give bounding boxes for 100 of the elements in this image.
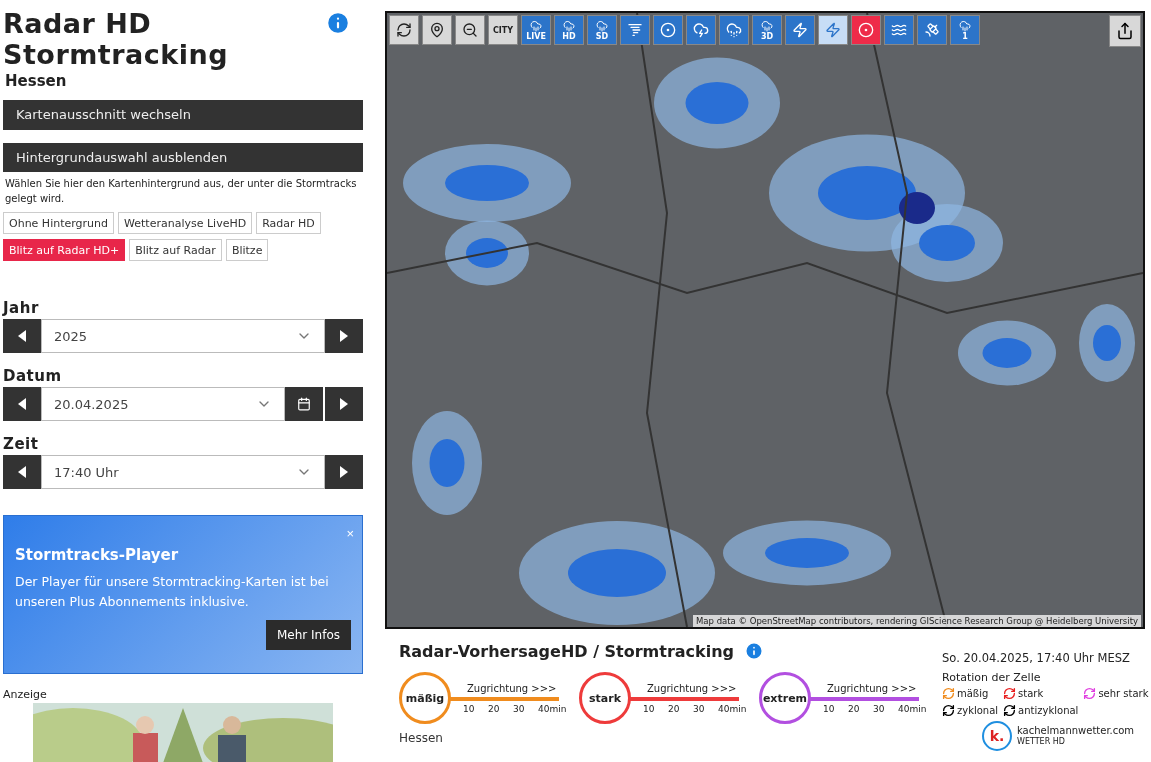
refresh-icon <box>396 22 412 38</box>
previous-button[interactable] <box>3 455 41 490</box>
rain-icon <box>530 19 542 32</box>
tick-label: 30 <box>693 703 706 714</box>
tick-label: 10 <box>463 703 476 714</box>
share-icon <box>1116 22 1134 40</box>
next-button[interactable] <box>325 319 363 354</box>
track-circle: stark <box>579 672 631 724</box>
map-attribution: Map data © OpenStreetMap contributors, rendering GIScience Research Group @ Heidelberg University <box>693 615 1141 627</box>
rotation-item: stark <box>1003 687 1079 700</box>
legend-title: Radar-VorhersageHD / Stormtracking <box>399 641 735 661</box>
share-button[interactable] <box>1109 15 1141 47</box>
section-toggle-button[interactable]: Hintergrundauswahl ausblenden <box>3 142 363 173</box>
rotation-item: sehr stark <box>1083 687 1149 700</box>
waves-icon <box>891 22 907 38</box>
ring-icon <box>660 22 676 38</box>
satellite-icon <box>924 22 940 38</box>
tick-label: 20 <box>668 703 681 714</box>
background-option[interactable]: Ohne Hintergrund <box>3 212 114 235</box>
ad-label: Anzeige <box>3 687 48 701</box>
map-tool-button[interactable]: LIVE <box>521 15 551 45</box>
more-info-button[interactable]: Mehr Infos <box>265 620 351 651</box>
info-icon[interactable] <box>325 10 351 36</box>
field-label: Zeit <box>3 435 40 454</box>
triangle-left-icon <box>18 398 26 411</box>
tick-label: 40min <box>538 703 567 714</box>
rotation-item: zyklonal <box>942 704 999 717</box>
region-title: Hessen <box>5 72 68 90</box>
tick-label: 10 <box>643 703 656 714</box>
rotation-title: Rotation der Zelle <box>942 671 1042 684</box>
background-option[interactable]: Blitz auf Radar <box>129 239 222 262</box>
map-tool-button[interactable] <box>389 15 419 45</box>
logo-name: kachelmannwetter.com <box>1017 725 1135 736</box>
region-label: Hessen <box>399 731 444 745</box>
triangle-right-icon <box>340 466 348 479</box>
map-tool-button[interactable] <box>422 15 452 45</box>
map-tool-button[interactable] <box>620 15 650 45</box>
dropdown-field[interactable]: 17:40 Uhr <box>41 455 325 490</box>
promo-text: Der Player für unsere Stormtracking-Karten ist bei unseren Plus Abonnements inklusive. <box>15 573 330 612</box>
background-hint: Wählen Sie hier den Kartenhintergrund aus, der unter die Stormtracks gelegt wird. <box>5 177 358 207</box>
rain-icon <box>563 19 575 32</box>
tick-label: 20 <box>488 703 501 714</box>
rotation-item: antizyklonal <box>1003 704 1079 717</box>
background-option[interactable]: Blitz auf Radar HD+ <box>3 239 126 262</box>
dropdown-field[interactable]: 20.04.2025 <box>41 387 285 422</box>
field-label: Jahr <box>3 299 40 318</box>
logo-mark: k. <box>982 721 1012 751</box>
tick-label: 10 <box>823 703 836 714</box>
tick-label: 40min <box>718 703 747 714</box>
dropdown-field[interactable]: 2025 <box>41 319 325 354</box>
tick-label: 30 <box>513 703 526 714</box>
previous-button[interactable] <box>3 387 41 422</box>
map-tool-button[interactable] <box>686 15 716 45</box>
direction-label: Zugrichtung >>> <box>645 682 738 694</box>
next-button[interactable] <box>325 387 363 422</box>
map-tool-button[interactable] <box>884 15 914 45</box>
map-pin-icon <box>429 22 445 38</box>
track-circle: mäßig <box>399 672 451 724</box>
map-tool-button[interactable]: 1 <box>950 15 980 45</box>
triangle-right-icon <box>340 330 348 343</box>
rotation-item: mäßig <box>942 687 999 700</box>
field-label: Datum <box>3 367 63 386</box>
lightning-icon <box>825 22 841 38</box>
hail-icon <box>726 22 742 38</box>
triangle-right-icon <box>340 398 348 411</box>
map-tool-button[interactable]: SD <box>587 15 617 45</box>
background-option[interactable]: Wetteranalyse LiveHD <box>118 212 253 235</box>
track-circle: extrem <box>759 672 811 724</box>
rain-icon <box>761 19 773 32</box>
tick-label: 40min <box>898 703 927 714</box>
logo-subtitle: WETTER HD <box>1017 736 1066 747</box>
info-icon[interactable] <box>744 641 765 661</box>
tornado-icon <box>627 22 643 38</box>
background-option[interactable]: Blitze <box>225 239 269 262</box>
map-tool-button[interactable] <box>653 15 683 45</box>
triangle-left-icon <box>18 330 26 343</box>
triangle-left-icon <box>18 466 26 479</box>
previous-button[interactable] <box>3 319 41 354</box>
map-tool-button[interactable]: HD <box>554 15 584 45</box>
symbol-icon <box>858 22 874 38</box>
direction-label: Zugrichtung >>> <box>465 682 558 694</box>
next-button[interactable] <box>325 455 363 490</box>
background-option[interactable]: Radar HD <box>256 212 321 235</box>
map-tool-button[interactable]: 3D <box>752 15 782 45</box>
rain-icon <box>596 19 608 32</box>
rain-icon <box>959 19 971 32</box>
tick-label: 30 <box>873 703 886 714</box>
lightning-icon <box>792 22 808 38</box>
section-toggle-button[interactable]: Kartenausschnitt wechseln <box>3 100 363 130</box>
timestamp: So. 20.04.2025, 17:40 Uhr MESZ <box>942 651 1131 665</box>
cloud-lightning-icon <box>693 22 709 38</box>
map-tool-button[interactable]: CITY <box>488 15 518 45</box>
calendar-icon <box>297 397 311 412</box>
map-tool-button[interactable] <box>455 15 485 45</box>
calendar-button[interactable] <box>285 387 323 422</box>
page-title: Radar HD Stormtracking <box>3 8 230 70</box>
direction-label: Zugrichtung >>> <box>825 682 918 694</box>
zoom-out-icon <box>462 22 478 38</box>
promo-title: Stormtracks-Player <box>15 546 180 565</box>
tick-label: 20 <box>848 703 861 714</box>
